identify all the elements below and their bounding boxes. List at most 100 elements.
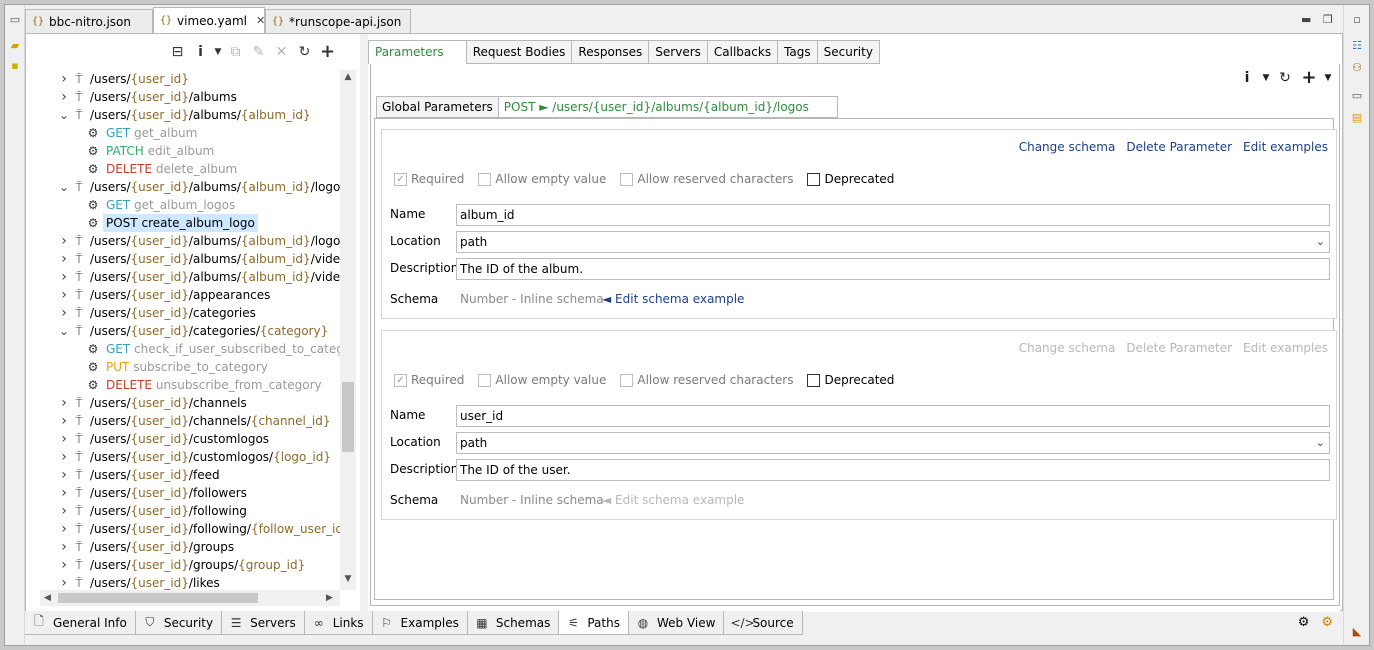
deprecated-checkbox[interactable]: Deprecated xyxy=(807,172,894,186)
chevron-right-icon[interactable]: › xyxy=(58,538,70,556)
tab-servers[interactable]: Servers xyxy=(649,40,708,64)
tree-path-item[interactable]: › ⍑ /users/{user_id}/customlogos xyxy=(26,430,340,448)
tree-operation-item[interactable]: ⚙ POST create_album_logo xyxy=(26,214,340,232)
chevron-right-icon[interactable]: › xyxy=(58,484,70,502)
tab-schemas[interactable]: ▦ Schemas xyxy=(467,611,560,635)
tab-web-view[interactable]: ◍ Web View xyxy=(628,611,725,635)
scroll-down-icon[interactable]: ▼ xyxy=(340,574,356,584)
name-field[interactable]: user_id xyxy=(456,405,1330,427)
tree-path-item[interactable]: › ⍑ /users/{user_id}/following/{follow_use… xyxy=(26,520,340,538)
folder-icon[interactable]: ▰ xyxy=(8,39,22,53)
chevron-right-icon[interactable]: › xyxy=(58,502,70,520)
edit-schema-example-link[interactable]: ◄ Edit schema example xyxy=(602,493,744,507)
chevron-right-icon[interactable]: › xyxy=(58,556,70,574)
description-field[interactable]: The ID of the user. xyxy=(456,459,1330,481)
settings-icon[interactable]: ⚙ xyxy=(1298,615,1310,630)
scroll-up-icon[interactable]: ▲ xyxy=(340,72,356,82)
tab-security[interactable]: Security xyxy=(817,40,880,64)
allow-reserved-checkbox[interactable]: Allow reserved characters xyxy=(620,172,793,186)
tree-path-item[interactable]: › ⍑ /users/{user_id}/groups xyxy=(26,538,340,556)
refresh-icon[interactable]: ↻ xyxy=(293,42,316,62)
allow-empty-checkbox[interactable]: Allow empty value xyxy=(478,172,606,186)
hierarchy-icon[interactable]: ☷ xyxy=(1350,39,1364,53)
tree-path-item[interactable]: › ⍑ /users/{user_id} xyxy=(26,70,340,88)
copy-icon[interactable]: ⧉ xyxy=(224,42,247,62)
info-icon[interactable]: i xyxy=(189,42,212,62)
allow-reserved-checkbox[interactable]: Allow reserved characters xyxy=(620,373,793,387)
pane-splitter[interactable] xyxy=(360,34,368,612)
location-select[interactable]: path ⌄ xyxy=(456,432,1330,454)
restore-icon[interactable]: ▫ xyxy=(1350,13,1364,27)
user-search-icon[interactable]: ⚇ xyxy=(1350,61,1364,75)
minimize-icon[interactable]: ▭ xyxy=(8,13,22,27)
notes-icon[interactable]: ▤ xyxy=(1350,111,1364,125)
chevron-right-icon[interactable]: › xyxy=(58,448,70,466)
chevron-right-icon[interactable]: › xyxy=(58,88,70,106)
editor-tab-runscope[interactable]: {} *runscope-api.json xyxy=(265,9,411,33)
change-schema-link[interactable]: Change schema xyxy=(1019,341,1116,355)
tab-paths[interactable]: ⚟ Paths xyxy=(559,611,629,635)
tree-path-item[interactable]: › ⍑ /users/{user_id}/followers xyxy=(26,484,340,502)
chevron-right-icon[interactable]: › xyxy=(58,304,70,322)
outline-icon[interactable]: ▪ xyxy=(8,59,22,73)
tree-path-item[interactable]: › ⍑ /users/{user_id}/customlogos/{logo_id} xyxy=(26,448,340,466)
chevron-right-icon[interactable]: › xyxy=(58,394,70,412)
tree-path-item[interactable]: ⌄ ⍑ /users/{user_id}/albums/{album_id} xyxy=(26,106,340,124)
delete-parameter-link[interactable]: Delete Parameter xyxy=(1126,140,1232,154)
change-schema-link[interactable]: Change schema xyxy=(1019,140,1116,154)
tree-path-item[interactable]: › ⍑ /users/{user_id}/categories xyxy=(26,304,340,322)
tree-path-item[interactable]: › ⍑ /users/{user_id}/albums/{album_id}/log… xyxy=(26,232,340,250)
tab-servers-page[interactable]: ☰ Servers xyxy=(222,611,305,635)
allow-empty-checkbox[interactable]: Allow empty value xyxy=(478,373,606,387)
chevron-right-icon[interactable]: › xyxy=(58,574,70,590)
editor-tab-bbc-nitro[interactable]: {} bbc-nitro.json xyxy=(25,9,153,33)
tree-path-item[interactable]: › ⍑ /users/{user_id}/albums xyxy=(26,88,340,106)
tree-path-item[interactable]: › ⍑ /users/{user_id}/albums/{album_id}/vid… xyxy=(26,250,340,268)
add-icon[interactable]: + xyxy=(1298,68,1320,88)
tree-operation-item[interactable]: ⚙ DELETE delete_album xyxy=(26,160,340,178)
add-icon[interactable]: + xyxy=(316,42,339,62)
tree-path-item[interactable]: › ⍑ /users/{user_id}/feed xyxy=(26,466,340,484)
scroll-left-icon[interactable]: ◀ xyxy=(44,590,51,606)
location-select[interactable]: path ⌄ xyxy=(456,231,1330,253)
tab-parameters[interactable]: Parameters xyxy=(368,40,467,64)
chevron-right-icon[interactable]: › xyxy=(58,520,70,538)
chevron-down-icon[interactable]: ▼ xyxy=(212,42,224,62)
tree-operation-item[interactable]: ⚙ PATCH edit_album xyxy=(26,142,340,160)
tree-path-item[interactable]: ⌄ ⍑ /users/{user_id}/categories/{category} xyxy=(26,322,340,340)
edit-examples-link[interactable]: Edit examples xyxy=(1243,140,1328,154)
name-field[interactable]: album_id xyxy=(456,204,1330,226)
tree-path-item[interactable]: ⌄ ⍑ /users/{user_id}/albums/{album_id}/log… xyxy=(26,178,340,196)
required-checkbox[interactable]: ✓ Required xyxy=(394,172,464,186)
scrollbar-thumb[interactable] xyxy=(58,593,258,603)
delete-icon[interactable]: ✕ xyxy=(270,42,293,62)
chevron-right-icon[interactable]: › xyxy=(58,250,70,268)
chevron-down-icon[interactable]: ▼ xyxy=(1260,68,1272,88)
chevron-right-icon[interactable]: › xyxy=(58,430,70,448)
chevron-down-icon[interactable]: ⌄ xyxy=(58,178,70,196)
chevron-right-icon[interactable]: › xyxy=(58,268,70,286)
edit-icon[interactable]: ✎ xyxy=(247,42,270,62)
refresh-icon[interactable]: ↻ xyxy=(1274,68,1296,88)
scroll-right-icon[interactable]: ▶ xyxy=(326,590,333,606)
collapse-all-icon[interactable]: ⊟ xyxy=(166,42,189,62)
chevron-down-icon[interactable]: ⌄ xyxy=(58,106,70,124)
tree-horizontal-scrollbar[interactable]: ◀ ▶ xyxy=(40,590,340,606)
chevron-right-icon[interactable]: › xyxy=(58,232,70,250)
deprecated-checkbox[interactable]: Deprecated xyxy=(807,373,894,387)
tree-operation-item[interactable]: ⚙ GET get_album xyxy=(26,124,340,142)
info-icon[interactable]: i xyxy=(1236,68,1258,88)
tree-path-item[interactable]: › ⍑ /users/{user_id}/albums/{album_id}/vid… xyxy=(26,268,340,286)
required-checkbox[interactable]: ✓ Required xyxy=(394,373,464,387)
tree-path-item[interactable]: › ⍑ /users/{user_id}/channels xyxy=(26,394,340,412)
close-icon[interactable]: ✕ xyxy=(256,14,265,27)
chevron-right-icon[interactable]: › xyxy=(58,286,70,304)
chevron-down-icon[interactable]: ⌄ xyxy=(58,322,70,340)
tab-tags[interactable]: Tags xyxy=(778,40,818,64)
minimize-icon[interactable]: ▬ xyxy=(1301,13,1311,26)
tree-path-item[interactable]: › ⍑ /users/{user_id}/channels/{channel_id} xyxy=(26,412,340,430)
chevron-right-icon[interactable]: › xyxy=(58,412,70,430)
maximize-icon[interactable]: ❐ xyxy=(1323,13,1333,26)
tree-operation-item[interactable]: ⚙ PUT subscribe_to_category xyxy=(26,358,340,376)
tab-responses[interactable]: Responses xyxy=(572,40,650,64)
